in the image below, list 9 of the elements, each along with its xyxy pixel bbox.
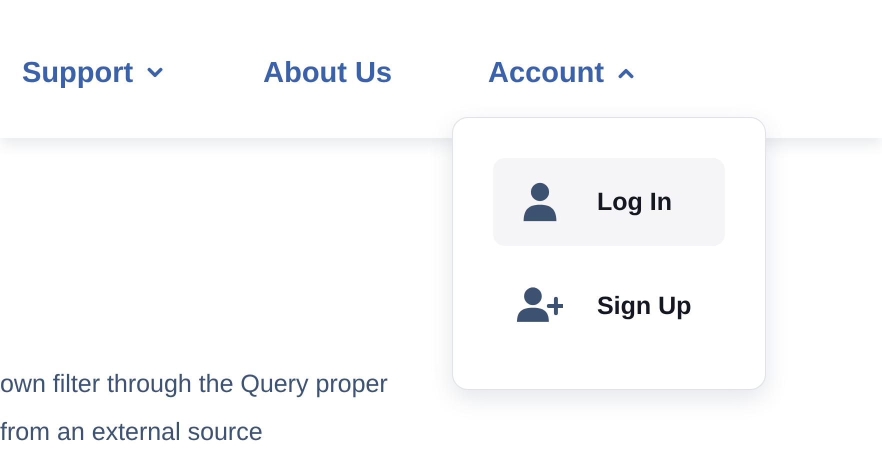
chevron-icon bbox=[147, 67, 164, 79]
nav-link[interactable]: Support bbox=[22, 50, 164, 96]
menu-item[interactable]: Log In bbox=[493, 158, 725, 246]
chevron-icon bbox=[618, 67, 634, 79]
nav-link[interactable]: Account bbox=[488, 50, 634, 96]
body-text: from an external source bbox=[0, 417, 264, 448]
menu-item[interactable]: Sign Up bbox=[493, 262, 725, 350]
body-text: own filter through the Query proper bbox=[0, 369, 389, 400]
nav-link[interactable]: About Us bbox=[263, 50, 392, 96]
